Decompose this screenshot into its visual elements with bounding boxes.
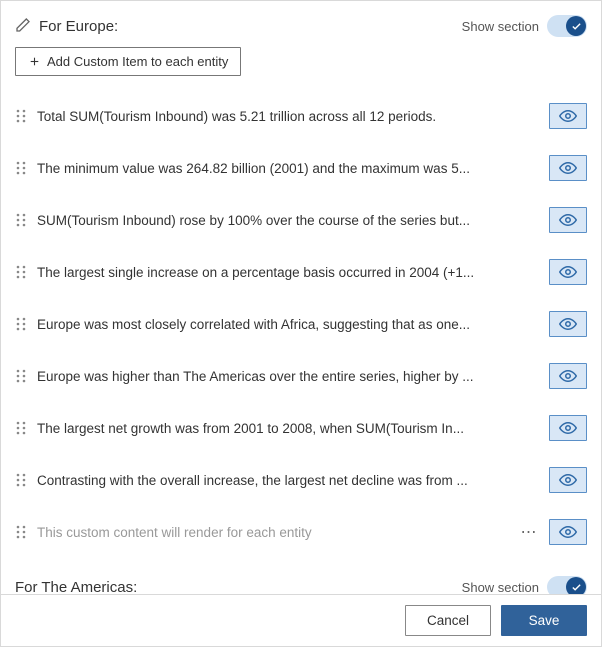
visibility-toggle-button[interactable] <box>549 155 587 181</box>
edit-icon[interactable] <box>15 17 31 36</box>
list-item: Contrasting with the overall increase, t… <box>15 454 587 506</box>
item-text: The largest net growth was from 2001 to … <box>37 421 539 436</box>
item-text: Europe was most closely correlated with … <box>37 317 539 332</box>
visibility-toggle-button[interactable] <box>549 311 587 337</box>
show-section-toggle[interactable] <box>547 15 587 37</box>
list-item-custom: This custom content will render for each… <box>15 506 587 558</box>
visibility-toggle-button[interactable] <box>549 207 587 233</box>
item-text: Contrasting with the overall increase, t… <box>37 473 539 488</box>
custom-item-input[interactable]: This custom content will render for each… <box>37 525 509 540</box>
more-options-icon[interactable]: ⋯ <box>519 522 539 542</box>
item-text: SUM(Tourism Inbound) rose by 100% over t… <box>37 213 539 228</box>
list-item: The largest net growth was from 2001 to … <box>15 402 587 454</box>
eye-icon <box>559 211 577 229</box>
drag-handle-icon[interactable] <box>15 161 27 175</box>
show-section-label: Show section <box>462 580 539 595</box>
item-text: Total SUM(Tourism Inbound) was 5.21 tril… <box>37 109 539 124</box>
item-text: Europe was higher than The Americas over… <box>37 369 539 384</box>
section-header-europe: For Europe: Show section <box>15 15 587 37</box>
list-item: Europe was higher than The Americas over… <box>15 350 587 402</box>
drag-handle-icon[interactable] <box>15 317 27 331</box>
eye-icon <box>559 471 577 489</box>
eye-icon <box>559 315 577 333</box>
show-section-label: Show section <box>462 19 539 34</box>
list-item: The minimum value was 264.82 billion (20… <box>15 142 587 194</box>
footer: Cancel Save <box>1 594 601 646</box>
visibility-toggle-button[interactable] <box>549 415 587 441</box>
drag-handle-icon[interactable] <box>15 213 27 227</box>
plus-icon <box>28 55 41 68</box>
visibility-toggle-button[interactable] <box>549 363 587 389</box>
show-section-toggle[interactable] <box>547 576 587 594</box>
drag-handle-icon[interactable] <box>15 109 27 123</box>
visibility-toggle-button[interactable] <box>549 519 587 545</box>
eye-icon <box>559 419 577 437</box>
eye-icon <box>559 367 577 385</box>
visibility-toggle-button[interactable] <box>549 467 587 493</box>
check-icon <box>571 21 582 32</box>
item-text: The largest single increase on a percent… <box>37 265 539 280</box>
list-item: SUM(Tourism Inbound) rose by 100% over t… <box>15 194 587 246</box>
add-custom-item-button[interactable]: Add Custom Item to each entity <box>15 47 241 76</box>
drag-handle-icon[interactable] <box>15 525 27 539</box>
list-item: The largest single increase on a percent… <box>15 246 587 298</box>
save-button[interactable]: Save <box>501 605 587 636</box>
cancel-button[interactable]: Cancel <box>405 605 491 636</box>
visibility-toggle-button[interactable] <box>549 103 587 129</box>
eye-icon <box>559 263 577 281</box>
eye-icon <box>559 159 577 177</box>
section-title: For Europe: <box>39 18 118 35</box>
eye-icon <box>559 107 577 125</box>
visibility-toggle-button[interactable] <box>549 259 587 285</box>
item-text: The minimum value was 264.82 billion (20… <box>37 161 539 176</box>
drag-handle-icon[interactable] <box>15 473 27 487</box>
section-title: For The Americas: <box>15 579 137 595</box>
list-item: Europe was most closely correlated with … <box>15 298 587 350</box>
section-header-americas: For The Americas: Show section <box>15 576 587 594</box>
check-icon <box>571 582 582 593</box>
eye-icon <box>559 523 577 541</box>
list-item: Total SUM(Tourism Inbound) was 5.21 tril… <box>15 90 587 142</box>
drag-handle-icon[interactable] <box>15 265 27 279</box>
drag-handle-icon[interactable] <box>15 421 27 435</box>
drag-handle-icon[interactable] <box>15 369 27 383</box>
